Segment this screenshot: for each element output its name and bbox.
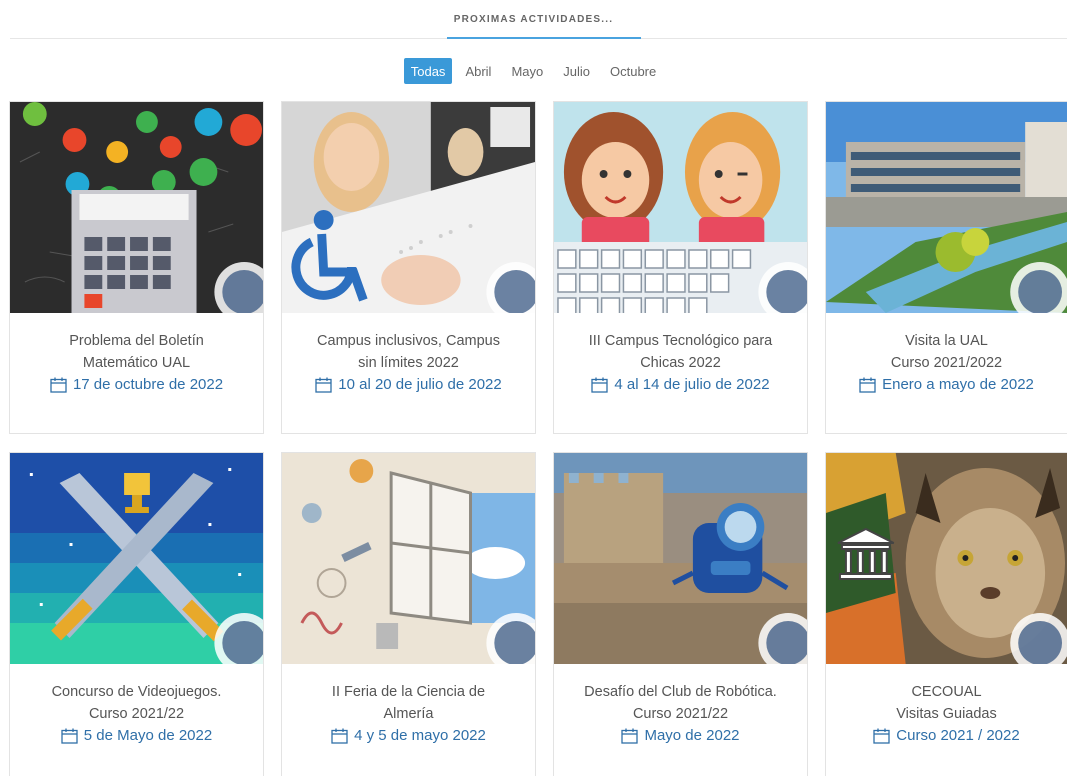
calendar-icon xyxy=(50,377,67,393)
card-title-line2: Visitas Guiadas xyxy=(896,706,997,722)
science-window-image[interactable] xyxy=(282,453,535,664)
filter-octubre[interactable]: Octubre xyxy=(603,58,663,84)
card-date: 4 y 5 de mayo 2022 xyxy=(331,725,486,747)
filter-abril[interactable]: Abril xyxy=(458,58,498,84)
robot-castle-image[interactable] xyxy=(554,453,807,664)
header-accent-bar xyxy=(447,37,641,39)
filter-mayo[interactable]: Mayo xyxy=(504,58,550,84)
card-title-line2: Almería xyxy=(383,706,434,722)
calendar-icon xyxy=(621,728,639,744)
section-title: PROXIMAS ACTIVIDADES... xyxy=(453,14,614,25)
calendar-icon xyxy=(315,377,332,393)
card-title-line2: sin límites 2022 xyxy=(358,355,459,371)
filter-todas[interactable]: Todas xyxy=(403,58,453,84)
card-date: Enero a mayo de 2022 xyxy=(859,374,1034,396)
card-date-text: 4 al 14 de julio de 2022 xyxy=(614,376,770,393)
calendar-icon xyxy=(591,377,609,393)
card-title-line2: Matemático UAL xyxy=(82,355,191,371)
calendar-icon xyxy=(873,728,890,744)
activity-card[interactable]: CECOUAL Visitas Guiadas Curso 2021 / 202… xyxy=(825,452,1067,776)
filter-bar: Todas Abril Mayo Julio Octubre xyxy=(0,58,1067,84)
card-title-line2: Curso 2021/22 xyxy=(88,706,185,722)
card-date-text: Enero a mayo de 2022 xyxy=(882,376,1034,393)
card-date-text: 10 al 20 de julio de 2022 xyxy=(338,376,502,393)
girls-keyboard-image[interactable] xyxy=(554,102,807,313)
card-title-line1: CECOUAL xyxy=(911,684,982,700)
activity-card[interactable]: III Campus Tecnológico para Chicas 2022 … xyxy=(553,101,808,434)
card-date: 17 de octubre de 2022 xyxy=(50,374,223,396)
card-date: 10 al 20 de julio de 2022 xyxy=(315,374,502,396)
card-title-line1: Desafío del Club de Robótica. xyxy=(584,684,777,700)
activity-card[interactable]: Concurso de Videojuegos. Curso 2021/22 5… xyxy=(9,452,264,776)
card-title-line1: Visita la UAL xyxy=(905,333,988,349)
card-date: Mayo de 2022 xyxy=(621,725,740,747)
section-header: PROXIMAS ACTIVIDADES... xyxy=(0,0,1067,40)
card-title-line1: Problema del Boletín xyxy=(69,333,204,349)
activity-card[interactable]: Visita la UAL Curso 2021/2022 Enero a ma… xyxy=(825,101,1067,434)
calendar-icon xyxy=(331,728,348,744)
card-date-text: Mayo de 2022 xyxy=(644,727,740,744)
card-date-text: Curso 2021 / 2022 xyxy=(896,727,1020,744)
university-campus-image[interactable] xyxy=(826,102,1067,313)
card-date-text: 5 de Mayo de 2022 xyxy=(83,727,213,744)
activity-card[interactable]: Problema del Boletín Matemático UAL 17 d… xyxy=(9,101,264,434)
card-title-line2: Curso 2021/22 xyxy=(632,706,729,722)
card-title-line2: Curso 2021/2022 xyxy=(890,355,1003,371)
card-title-line1: Campus inclusivos, Campus xyxy=(317,333,500,349)
calendar-icon xyxy=(61,728,78,744)
card-date: 4 al 14 de julio de 2022 xyxy=(591,374,770,396)
filter-julio[interactable]: Julio xyxy=(556,58,597,84)
lynx-image[interactable] xyxy=(826,453,1067,664)
crossed-swords-image[interactable] xyxy=(10,453,263,664)
activity-card[interactable]: Desafío del Club de Robótica. Curso 2021… xyxy=(553,452,808,776)
activity-card[interactable]: II Feria de la Ciencia de Almería 4 y 5 … xyxy=(281,452,536,776)
card-date-text: 17 de octubre de 2022 xyxy=(72,376,224,393)
activity-card[interactable]: Campus inclusivos, Campus sin límites 20… xyxy=(281,101,536,434)
math-calculator-image[interactable] xyxy=(10,102,263,313)
card-date: 5 de Mayo de 2022 xyxy=(61,725,212,747)
inclusive-campus-image[interactable] xyxy=(282,102,535,313)
card-date: Curso 2021 / 2022 xyxy=(873,725,1020,747)
card-title-line1: Concurso de Videojuegos. xyxy=(51,684,222,700)
card-title-line1: II Feria de la Ciencia de xyxy=(331,684,486,700)
card-title-line1: III Campus Tecnológico para xyxy=(588,333,773,349)
calendar-icon xyxy=(859,377,876,393)
card-title-line2: Chicas 2022 xyxy=(640,355,721,371)
card-date-text: 4 y 5 de mayo 2022 xyxy=(354,727,486,744)
